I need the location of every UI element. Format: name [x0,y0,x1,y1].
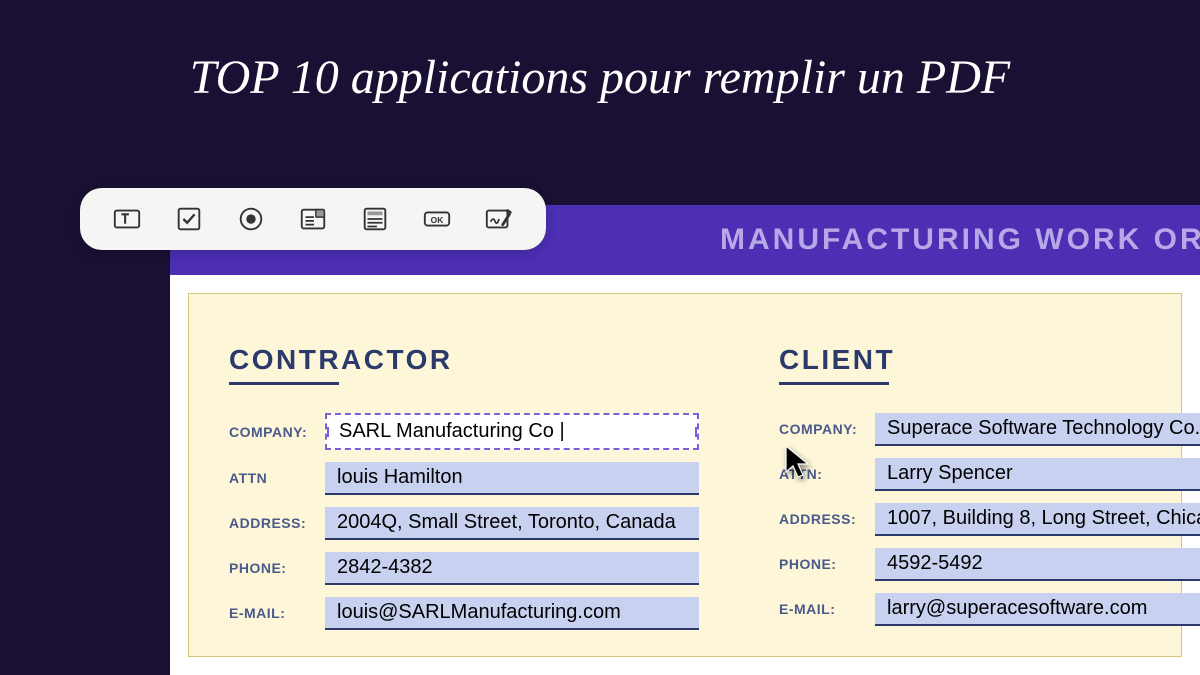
document-content: CONTRACTOR COMPANY: SARL Manufacturing C… [188,293,1182,657]
client-email-row: E-MAIL: larry@superacesoftware.com [779,593,1200,626]
cursor-icon [784,444,812,485]
checkbox-icon [174,204,204,234]
headline: TOP 10 applications pour remplir un PDF [0,0,1200,145]
client-company-row: COMPANY: Superace Software Technology Co… [779,413,1200,446]
client-phone-label: PHONE: [779,556,865,572]
text-field-tool[interactable] [110,202,144,236]
client-address-row: ADDRESS: 1007, Building 8, Long Street, … [779,503,1200,536]
document-header-title: MANUFACTURING WORK OR [720,223,1200,257]
client-section: CLIENT COMPANY: Superace Software Techno… [779,344,1200,636]
text-field-icon [112,204,142,234]
client-title: CLIENT [779,344,1200,376]
contractor-address-label: ADDRESS: [229,515,315,531]
dropdown-icon [298,204,328,234]
contractor-title: CONTRACTOR [229,344,699,376]
signature-tool[interactable] [482,202,516,236]
client-address-label: ADDRESS: [779,511,865,527]
client-email-label: E-MAIL: [779,601,865,617]
contractor-attn-row: ATTN louis Hamilton [229,462,699,495]
client-company-label: COMPANY: [779,421,865,437]
contractor-company-label: COMPANY: [229,424,315,440]
list-icon [360,204,390,234]
button-tool[interactable]: OK [420,202,454,236]
contractor-company-row: COMPANY: SARL Manufacturing Co | [229,413,699,450]
contractor-phone-label: PHONE: [229,560,315,576]
radio-tool[interactable] [234,202,268,236]
list-tool[interactable] [358,202,392,236]
contractor-company-field[interactable]: SARL Manufacturing Co | [325,413,699,450]
ok-button-icon: OK [422,204,452,234]
contractor-attn-label: ATTN [229,470,315,486]
contractor-email-field[interactable]: louis@SARLManufacturing.com [325,597,699,630]
contractor-address-field[interactable]: 2004Q, Small Street, Toronto, Canada [325,507,699,540]
dropdown-tool[interactable] [296,202,330,236]
contractor-section: CONTRACTOR COMPANY: SARL Manufacturing C… [229,344,699,636]
client-underline [779,382,889,385]
client-phone-field[interactable]: 4592-5492 [875,548,1200,581]
client-phone-row: PHONE: 4592-5492 [779,548,1200,581]
contractor-email-label: E-MAIL: [229,605,315,621]
contractor-phone-row: PHONE: 2842-4382 [229,552,699,585]
client-company-field[interactable]: Superace Software Technology Co., [875,413,1200,446]
contractor-email-row: E-MAIL: louis@SARLManufacturing.com [229,597,699,630]
contractor-address-row: ADDRESS: 2004Q, Small Street, Toronto, C… [229,507,699,540]
signature-icon [484,204,514,234]
client-address-field[interactable]: 1007, Building 8, Long Street, Chicago [875,503,1200,536]
contractor-phone-field[interactable]: 2842-4382 [325,552,699,585]
client-attn-row: ATTN: Larry Spencer [779,458,1200,491]
checkbox-tool[interactable] [172,202,206,236]
client-attn-field[interactable]: Larry Spencer [875,458,1200,491]
svg-text:OK: OK [431,215,444,225]
form-tools-toolbar: OK [80,188,546,250]
document-page: CONTRACTOR COMPANY: SARL Manufacturing C… [170,275,1200,675]
client-email-field[interactable]: larry@superacesoftware.com [875,593,1200,626]
contractor-underline [229,382,339,385]
contractor-attn-field[interactable]: louis Hamilton [325,462,699,495]
radio-icon [236,204,266,234]
